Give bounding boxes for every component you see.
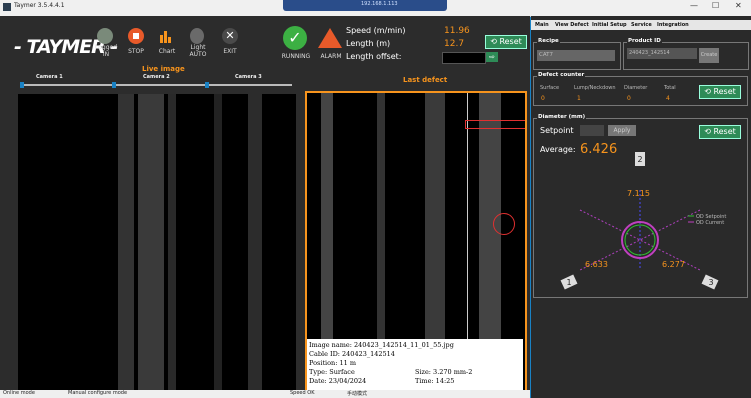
logged-in-label: Logged IN [94,44,118,58]
exit-button[interactable]: ✕ [222,28,238,44]
defect-col-total: Total [664,85,676,91]
recipe-field[interactable]: CAT7 [537,50,615,61]
live-image-view[interactable] [18,94,296,390]
length-label: Length (m) [346,39,391,48]
camera-slider-track[interactable] [20,84,292,86]
camera-1-label: Camera 1 [36,74,63,80]
status-extra: 手动模式 [347,391,368,397]
status-mode: Online mode [3,390,35,396]
diameter-title: Diameter (mm) [537,114,587,120]
offset-apply-button[interactable]: ⇨ [486,52,498,62]
tab-view-defect[interactable]: View Defect [555,22,589,28]
setpoint-input[interactable] [580,125,604,136]
remote-session-label: 192.168.1.113 [361,1,398,7]
remote-session-bar[interactable]: 192.168.1.113 [283,0,447,11]
product-id-field[interactable]: 240423_142514 [627,48,697,59]
running-status-icon: ✓ [283,26,307,50]
length-reset-button[interactable]: ⟲ Reset [485,35,527,49]
speed-value: 11.96 [444,26,470,36]
app-icon [3,3,11,11]
stop-label: STOP [128,48,144,55]
running-label: RUNNING [281,53,311,60]
camera-3-label: Camera 3 [235,74,262,80]
right-diameter-value: 6.277 [662,260,685,269]
defect-counter-title: Defect counter [537,72,586,78]
close-x-icon: ✕ [225,29,235,42]
setpoint-label: Setpoint [540,126,574,135]
diameter-reset-button[interactable]: ⟲ Reset [699,125,741,139]
close-icon[interactable]: ✕ [735,1,742,10]
chart-icon[interactable] [159,29,173,43]
length-offset-input[interactable] [442,52,486,64]
recipe-title: Recipe [537,38,560,44]
minimize-icon[interactable]: — [690,1,698,10]
product-title: Product ID [627,38,662,44]
defect-position: Position: 11 m [309,359,356,367]
defect-date: Date: 23/04/2024 [309,377,367,385]
defect-reset-button[interactable]: ⟲ Reset [699,85,741,99]
camera-3-slider-handle[interactable] [205,82,209,88]
user-icon[interactable] [97,28,113,44]
tab-service[interactable]: Service [631,22,652,28]
apply-button[interactable]: Apply [608,125,636,136]
defect-col-diameter: Diameter [624,85,648,91]
defect-size: Size: 3.270 mm-2 [415,368,473,376]
defect-info-box: Image name: 240423_142514_11_01_55.jpg C… [307,339,523,390]
defect-count-diameter: 0 [627,95,631,102]
status-bar: Online mode Manual configure mode Speed … [0,390,530,398]
camera-2-label: Camera 2 [143,74,170,80]
alarm-icon [318,28,342,48]
live-image-title: Live image [142,65,185,73]
length-reset-label: Reset [499,37,522,46]
defect-col-lump: Lump/Neckdown [574,85,616,91]
defect-count-lump: 1 [577,95,581,102]
defect-image-name: Image name: 240423_142514_11_01_55.jpg [309,341,454,349]
light-auto-label: Light AUTO [189,44,207,58]
speed-label: Speed (m/min) [346,26,406,35]
defect-reset-label: Reset [713,87,736,96]
last-defect-title: Last defect [403,76,448,84]
camera-2-slider-handle[interactable] [112,82,116,88]
status-speed: Speed OK [290,390,315,396]
diameter-diagram: 2 7.115 6.633 6.277 1 3 OD Setpoint OD C… [560,152,726,290]
maximize-icon[interactable]: ☐ [712,1,719,10]
tab-main[interactable]: Main [535,22,549,28]
camera-3-number: 3 [708,278,713,287]
camera-1-number: 1 [566,278,571,287]
length-value: 12.7 [444,39,465,49]
exit-label: EXIT [223,48,237,55]
last-defect-view[interactable]: Image name: 240423_142514_11_01_55.jpg C… [305,91,527,392]
left-diameter-value: 6.633 [585,260,608,269]
camera-2-number: 2 [637,155,642,164]
light-bulb-icon[interactable] [190,28,204,44]
alarm-label: ALARM [320,53,342,60]
create-button[interactable]: Create [699,48,719,63]
tab-initial-setup[interactable]: Initial Setup [592,22,627,28]
defect-cable-id: Cable ID: 240423_142514 [309,350,395,358]
diameter-reset-label: Reset [713,127,736,136]
window-title: Taymer 3.5.4.4.1 [14,2,65,9]
arrow-right-icon: ⇨ [489,53,495,61]
status-configure: Manual configure mode [68,390,128,396]
length-offset-label: Length offset: [346,52,402,61]
defect-count-surface: 0 [541,95,545,102]
defect-col-surface: Surface [540,85,560,91]
tab-integration[interactable]: Integration [657,22,689,28]
camera-1-slider-handle[interactable] [20,82,24,88]
legend-current-label: OD Current [696,220,724,226]
defect-time: Time: 14:25 [415,377,455,385]
top-diameter-value: 7.115 [627,189,650,198]
defect-count-total: 4 [666,95,670,102]
chart-label: Chart [158,48,176,55]
defect-type: Type: Surface [309,368,355,376]
stop-icon [133,33,139,39]
stop-button[interactable] [128,28,144,44]
defect-marker-circle [493,213,515,235]
